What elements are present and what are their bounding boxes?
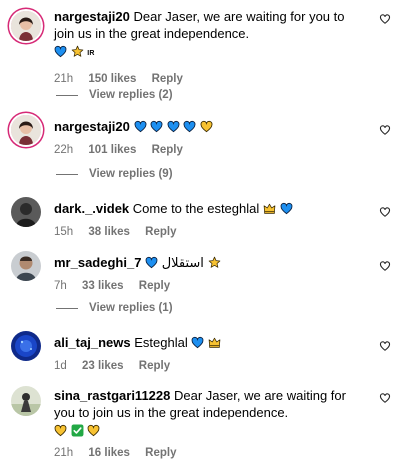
comment-time[interactable]: 7h xyxy=(54,280,67,292)
blue-heart-icon xyxy=(167,120,180,133)
comment-username[interactable]: nargestaji20 xyxy=(54,119,130,134)
reply-button[interactable]: Reply xyxy=(152,144,183,156)
comment-username[interactable]: mr_sadeghi_7 xyxy=(54,255,141,270)
comment-username[interactable]: nargestaji20 xyxy=(54,9,130,24)
comments-list: nargestaji20 Dear Jaser, we are waiting … xyxy=(0,0,400,459)
yellow-heart-icon xyxy=(54,424,67,437)
view-replies-button[interactable]: View replies (9) xyxy=(56,166,173,183)
like-heart-icon[interactable] xyxy=(379,260,391,272)
star-icon xyxy=(208,256,221,269)
view-replies-button[interactable]: View replies (1) xyxy=(56,300,173,317)
like-heart-icon[interactable] xyxy=(379,392,391,404)
divider-line xyxy=(56,308,78,309)
crown-icon xyxy=(263,202,276,215)
view-replies-label: View replies (1) xyxy=(89,302,173,314)
flag-label: IR xyxy=(87,50,95,57)
view-replies-button[interactable]: View replies (2) xyxy=(56,87,173,104)
blue-heart-icon xyxy=(150,120,163,133)
blue-heart-icon xyxy=(54,45,67,58)
comment-time[interactable]: 22h xyxy=(54,144,73,156)
comment-text: استقلال xyxy=(161,255,204,270)
comment-username[interactable]: sina_rastgari11228 xyxy=(54,388,170,403)
comment-username[interactable]: dark._.videk xyxy=(54,201,129,216)
blue-heart-icon xyxy=(280,202,293,215)
comment-likes[interactable]: 38 likes xyxy=(88,226,130,238)
comment-likes[interactable]: 23 likes xyxy=(82,360,124,372)
like-heart-icon[interactable] xyxy=(379,206,391,218)
avatar[interactable] xyxy=(11,115,41,145)
divider-line xyxy=(56,174,78,175)
avatar[interactable] xyxy=(11,251,41,281)
avatar[interactable] xyxy=(11,331,41,361)
reply-button[interactable]: Reply xyxy=(152,73,183,85)
avatar[interactable] xyxy=(11,386,41,416)
comment-username[interactable]: ali_taj_news xyxy=(54,335,131,350)
blue-heart-icon xyxy=(145,256,158,269)
reply-button[interactable]: Reply xyxy=(145,447,176,459)
divider-line xyxy=(56,95,78,96)
reply-button[interactable]: Reply xyxy=(139,360,170,372)
comment-likes[interactable]: 150 likes xyxy=(88,73,136,85)
like-heart-icon[interactable] xyxy=(379,13,391,25)
view-replies-label: View replies (2) xyxy=(89,89,173,101)
comment-likes[interactable]: 16 likes xyxy=(88,447,130,459)
like-heart-icon[interactable] xyxy=(379,340,391,352)
star-icon xyxy=(71,45,84,58)
comment-likes[interactable]: 33 likes xyxy=(82,280,124,292)
yellow-heart-icon xyxy=(87,424,100,437)
comment-text: Esteghlal xyxy=(134,335,188,350)
comment-time[interactable]: 21h xyxy=(54,447,73,459)
check-mark-icon xyxy=(71,424,84,437)
view-replies-label: View replies (9) xyxy=(89,168,173,180)
blue-heart-icon xyxy=(134,120,147,133)
blue-heart-icon xyxy=(191,336,204,349)
blue-heart-icon xyxy=(183,120,196,133)
comment-time[interactable]: 15h xyxy=(54,226,73,238)
like-heart-icon[interactable] xyxy=(379,124,391,136)
comment-likes[interactable]: 101 likes xyxy=(88,144,136,156)
avatar[interactable] xyxy=(11,11,41,41)
comment-time[interactable]: 1d xyxy=(54,360,67,372)
crown-icon xyxy=(208,336,221,349)
reply-button[interactable]: Reply xyxy=(139,280,170,292)
comment-time[interactable]: 21h xyxy=(54,73,73,85)
avatar[interactable] xyxy=(11,197,41,227)
yellow-heart-icon xyxy=(200,120,213,133)
reply-button[interactable]: Reply xyxy=(145,226,176,238)
comment-text: Come to the esteghlal xyxy=(132,201,260,216)
